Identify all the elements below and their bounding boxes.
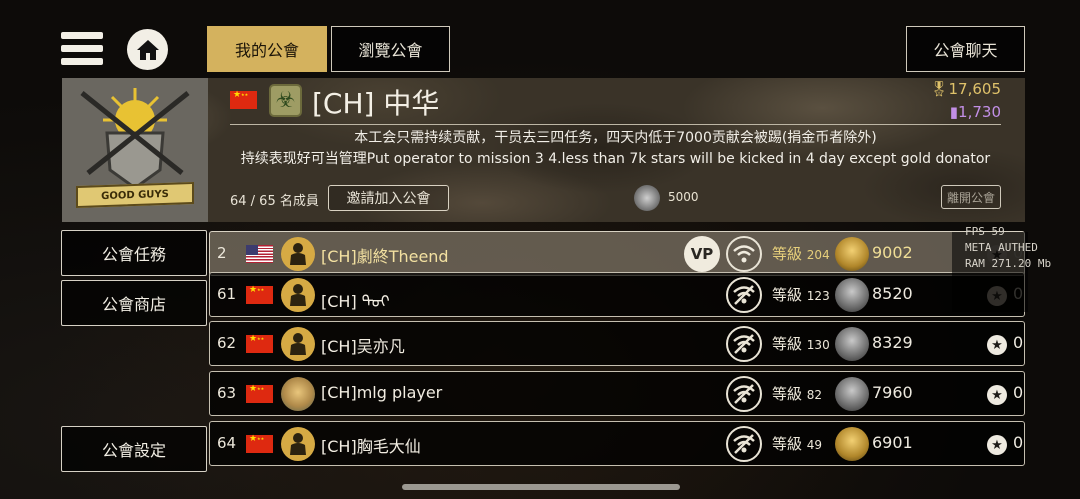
member-rank: 64 (217, 434, 237, 452)
star-icon[interactable]: ★ (987, 335, 1007, 355)
guild-shop-button[interactable]: 公會商店 (61, 280, 207, 326)
guild-settings-button[interactable]: 公會設定 (61, 426, 207, 472)
member-count: 64 / 65 名成員 (230, 194, 319, 209)
emblem-banner: GOOD GUYS (76, 181, 194, 209)
fps-readout: FPS 59 (965, 225, 1005, 238)
rank-badge-icon (835, 237, 869, 271)
home-icon[interactable] (127, 29, 168, 70)
member-stars: 6901 (872, 433, 913, 452)
wifi-off-icon (726, 277, 762, 313)
member-name: [CH] ᠲᠣᠶ (321, 292, 390, 311)
member-rank: 2 (217, 244, 227, 262)
tab-browse-guild[interactable]: 瀏覽公會 (331, 26, 450, 72)
guild-missions-button[interactable]: 公會任務 (61, 230, 207, 276)
member-row[interactable]: 61 [CH] ᠲᠣᠶ 等級 123 8520 ★ 0 (209, 272, 1025, 317)
guild-emblem: GOOD GUYS (62, 78, 208, 222)
member-rank: 63 (217, 384, 237, 402)
guild-name: [CH] 中华 (312, 87, 440, 120)
member-rank: 61 (217, 285, 237, 303)
avatar (281, 278, 315, 312)
member-stars: 8329 (872, 333, 913, 352)
star-count: 0 (1013, 383, 1024, 402)
member-stars: 7960 (872, 383, 913, 402)
header-divider (230, 124, 1001, 125)
member-level: 等級 130 (772, 335, 830, 353)
gem-balance: ▮1,730 (949, 103, 1001, 121)
member-stars: 8520 (872, 284, 913, 303)
member-name: [CH]胸毛大仙 (321, 437, 421, 456)
auth-status: META AUTHED (965, 241, 1038, 254)
trophy-requirement: 5000 (668, 190, 699, 204)
avatar (281, 327, 315, 361)
wifi-icon (726, 236, 762, 272)
ram-readout: RAM 271.20 Mb (965, 257, 1052, 270)
description-line-2: 持续表现好可当管理Put operator to mission 3 4.les… (240, 151, 991, 167)
member-row[interactable]: 63 [CH]mlg player 等級 82 7960 ★ 0 (209, 371, 1025, 416)
rank-badge-icon (835, 278, 869, 312)
guild-description: 本工会只需持续贡献，干员去三四任务，四天内低于7000贡献会被踢(捐金币者除外)… (230, 128, 1001, 170)
member-level: 等級 123 (772, 286, 830, 304)
china-flag-icon (246, 384, 273, 403)
guild-header: GOOD GUYS ☣ [CH] 中华 🎖17,605 ▮1,730 本工会只需… (62, 78, 1025, 222)
description-line-1: 本工会只需持续贡献，干员去三四任务，四天内低于7000贡献会被踢(捐金币者除外) (354, 130, 877, 146)
gold-balance: 🎖17,605 (929, 80, 1001, 98)
member-rank: 62 (217, 334, 237, 352)
star-icon[interactable]: ★ (987, 435, 1007, 455)
medal-icon: 🎖 (929, 80, 949, 98)
member-level: 等級 204 (772, 245, 830, 263)
wifi-off-icon (726, 376, 762, 412)
avatar (281, 237, 315, 271)
invite-button[interactable]: 邀請加入公會 (328, 185, 449, 211)
gem-icon: ▮ (949, 103, 959, 121)
star-count: 0 (1013, 433, 1024, 452)
tab-my-guild[interactable]: 我的公會 (207, 26, 327, 72)
member-name: [CH]mlg player (321, 383, 443, 402)
member-level: 等級 82 (772, 385, 823, 403)
member-row[interactable]: 2 [CH]劇終Theend VP 等級 204 9002 ★ 0 (209, 231, 1025, 276)
china-flag-icon (246, 285, 273, 304)
china-flag-icon (246, 334, 273, 353)
member-name: [CH]劇終Theend (321, 247, 449, 266)
wifi-off-icon (726, 426, 762, 462)
member-stars: 9002 (872, 243, 913, 262)
china-flag-icon (246, 434, 273, 453)
vp-badge: VP (684, 236, 720, 272)
home-indicator[interactable] (402, 484, 680, 490)
member-name: [CH]吴亦凡 (321, 337, 405, 356)
usa-flag-icon (246, 245, 273, 263)
rank-badge-icon (835, 427, 869, 461)
china-flag-icon (230, 90, 257, 109)
leave-guild-button[interactable]: 離開公會 (941, 185, 1001, 209)
rank-badge-icon (835, 327, 869, 361)
hamburger-menu-icon[interactable] (61, 32, 103, 68)
avatar (281, 377, 315, 411)
member-row[interactable]: 64 [CH]胸毛大仙 等級 49 6901 ★ 0 (209, 421, 1025, 466)
star-count: 0 (1013, 333, 1024, 352)
member-level: 等級 49 (772, 435, 823, 453)
trophy-requirement-icon (634, 185, 660, 211)
biohazard-icon: ☣ (269, 84, 302, 117)
debug-overlay: FPS 59 META AUTHED RAM 271.20 Mb (965, 224, 1051, 272)
guild-chat-button[interactable]: 公會聊天 (906, 26, 1025, 72)
star-icon[interactable]: ★ (987, 385, 1007, 405)
wifi-off-icon (726, 326, 762, 362)
member-row[interactable]: 62 [CH]吴亦凡 等級 130 8329 ★ 0 (209, 321, 1025, 366)
avatar (281, 427, 315, 461)
rank-badge-icon (835, 377, 869, 411)
